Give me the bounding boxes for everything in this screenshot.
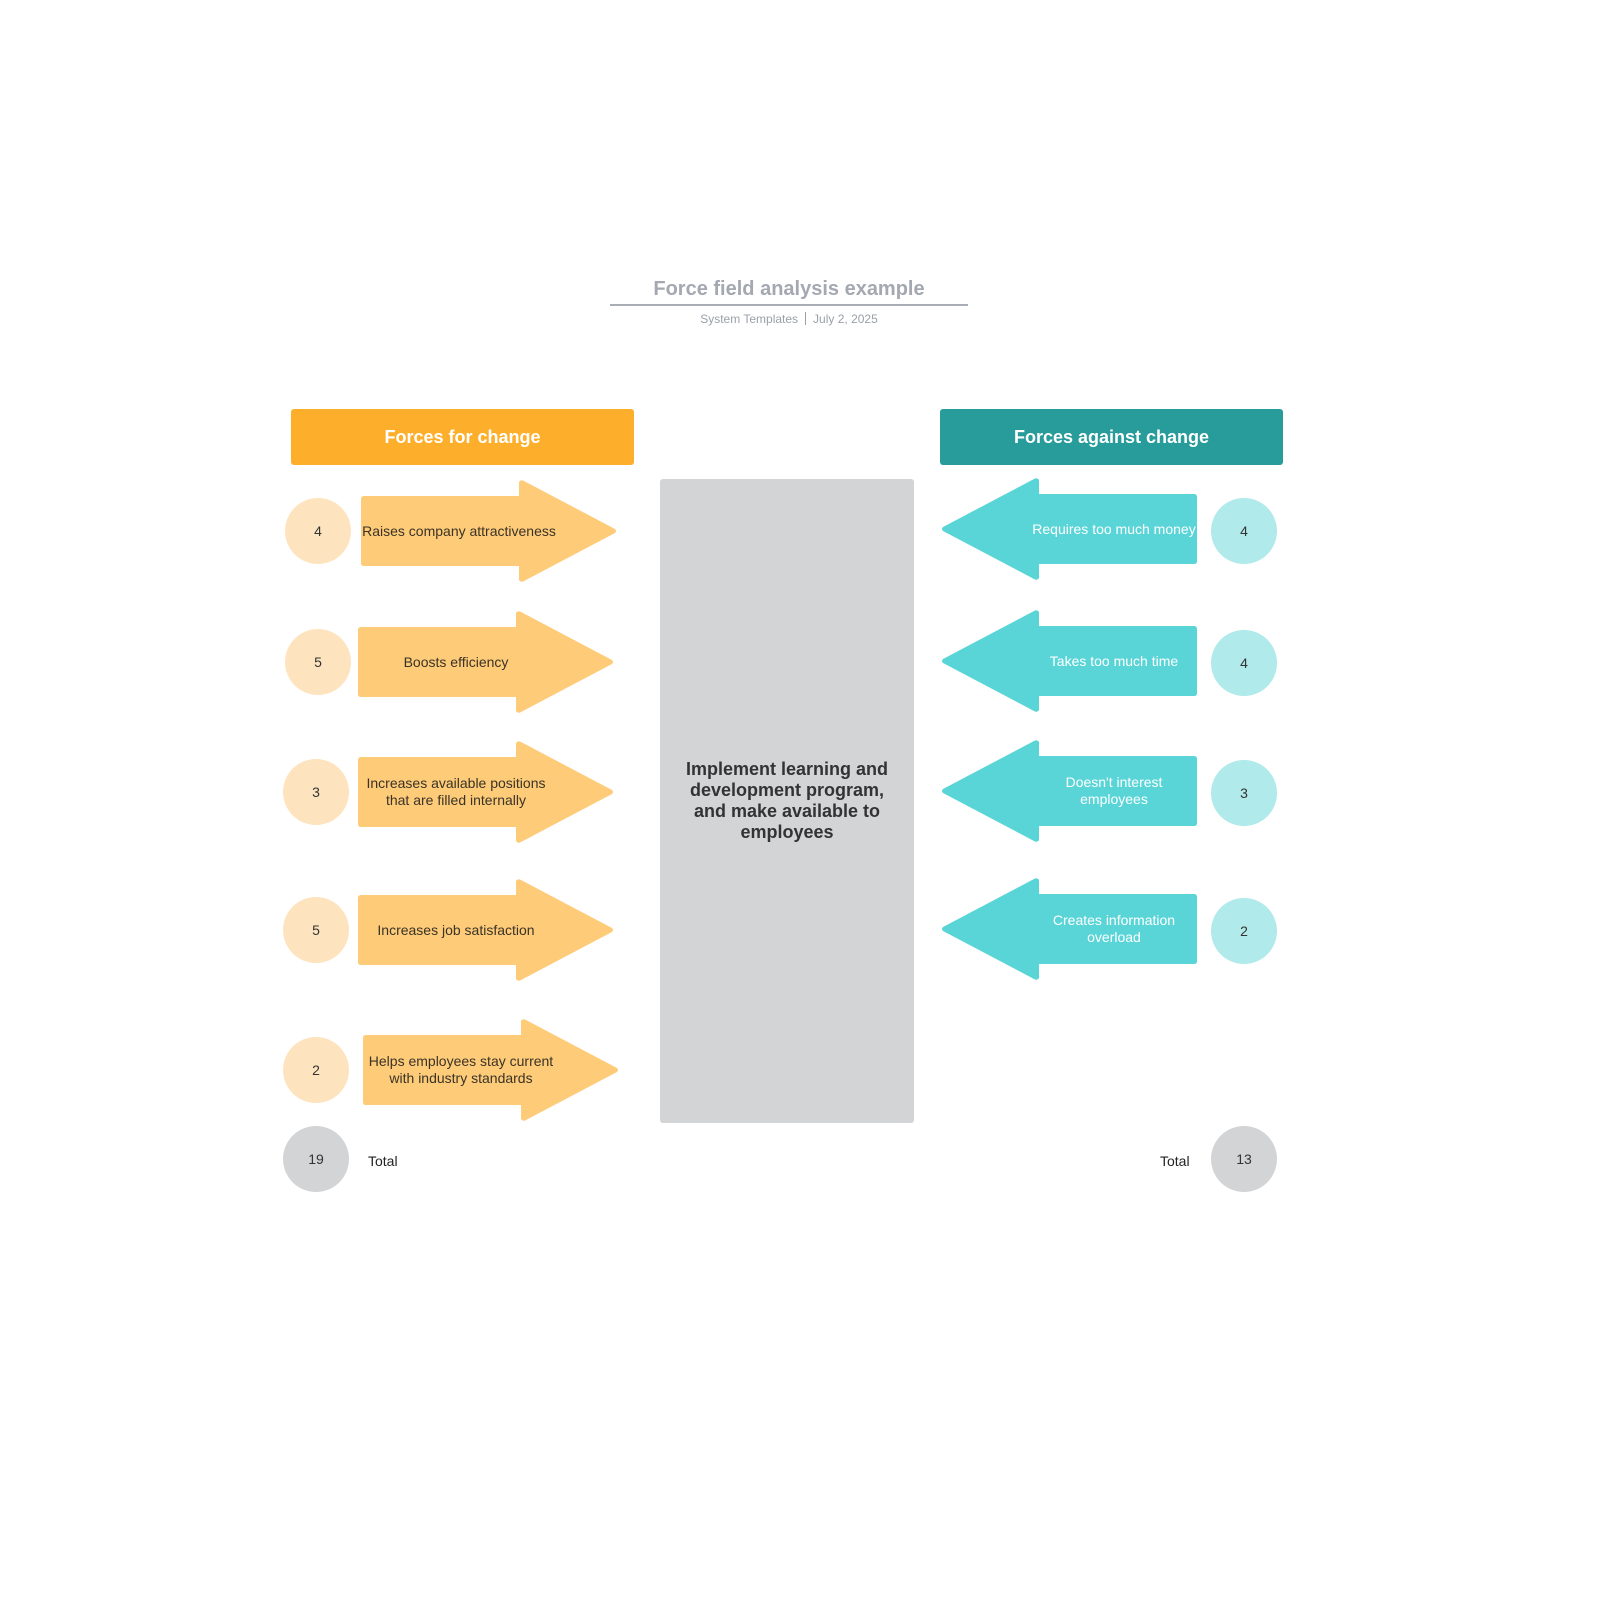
force-for-score: 3 — [283, 759, 349, 825]
against-total-label: Total — [1160, 1153, 1190, 1169]
forces-against-header: Forces against change — [940, 409, 1283, 465]
force-against-label: Requires too much money — [1032, 520, 1196, 537]
force-for-label: Raises company attractiveness — [362, 522, 556, 539]
date: July 2, 2025 — [813, 312, 878, 326]
force-for-arrow: Raises company attractiveness — [361, 479, 617, 583]
for-total-label: Total — [368, 1153, 398, 1169]
force-against-label: Creates information overload — [1052, 912, 1176, 945]
force-against-arrow: Creates information overload — [941, 877, 1197, 981]
force-against-score: 4 — [1211, 630, 1277, 696]
forces-for-header-label: Forces for change — [384, 426, 541, 447]
title-underline — [610, 304, 968, 306]
force-for-score: 4 — [285, 498, 351, 564]
meta-separator — [805, 312, 807, 325]
document-title: Force field analysis example — [653, 278, 925, 300]
force-against-label: Takes too much time — [1049, 652, 1179, 669]
force-for-label: Increases available positions that are f… — [366, 775, 546, 808]
forces-for-header: Forces for change — [291, 409, 634, 465]
author: System Templates — [700, 312, 799, 326]
forces-against-header-label: Forces against change — [1013, 426, 1210, 447]
force-for-label: Helps employees stay current with indust… — [368, 1053, 554, 1086]
force-for-arrow: Helps employees stay current with indust… — [363, 1018, 619, 1122]
force-for-score: 5 — [285, 629, 351, 695]
against-total-circle: 13 — [1211, 1126, 1277, 1192]
force-for-label: Boosts efficiency — [403, 653, 509, 670]
force-against-score: 4 — [1211, 498, 1277, 564]
document-meta: System Templates July 2, 2025 — [610, 312, 968, 326]
force-for-arrow: Boosts efficiency — [358, 610, 614, 714]
force-for-arrow: Increases job satisfaction — [358, 878, 614, 982]
for-total-value: 19 — [308, 1151, 324, 1167]
force-for-score: 2 — [283, 1037, 349, 1103]
force-against-score: 3 — [1211, 760, 1277, 826]
proposed-change-label: Implement learning and development progr… — [685, 759, 889, 842]
for-total-circle: 19 — [283, 1126, 349, 1192]
force-for-label: Increases job satisfaction — [377, 921, 535, 938]
force-for-arrow: Increases available positions that are f… — [358, 740, 614, 844]
force-for-score: 5 — [283, 897, 349, 963]
force-against-arrow: Takes too much time — [941, 609, 1197, 713]
force-against-arrow: Requires too much money — [941, 477, 1197, 581]
force-against-arrow: Doesn't interest employees — [941, 739, 1197, 843]
force-against-score: 2 — [1211, 898, 1277, 964]
force-against-label: Doesn't interest employees — [1065, 774, 1163, 807]
proposed-change-box: Implement learning and development progr… — [660, 479, 914, 1123]
against-total-value: 13 — [1236, 1151, 1252, 1167]
